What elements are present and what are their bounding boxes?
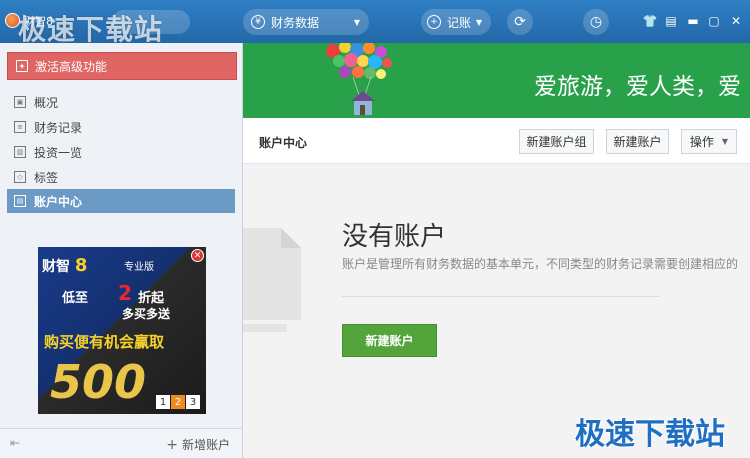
ad-version: 8 bbox=[74, 255, 88, 276]
yen-icon: ¥ bbox=[251, 15, 265, 29]
records-icon: ≡ bbox=[14, 121, 26, 133]
ad-amount: 500 bbox=[50, 355, 147, 409]
ad-edition: 专业版 bbox=[124, 262, 154, 273]
caret-down-icon: ▼ bbox=[353, 18, 360, 27]
clock-icon[interactable]: ◷ bbox=[583, 9, 609, 35]
close-icon[interactable]: ✕ bbox=[191, 249, 204, 262]
new-account-group-button[interactable]: 新建账户组 bbox=[519, 129, 594, 154]
record-dropdown[interactable]: + 记账 ▼ bbox=[421, 9, 491, 35]
ad-brand: 财智 8 bbox=[42, 255, 88, 276]
minimize-icon[interactable]: ▬ bbox=[685, 13, 701, 29]
sync-icon[interactable]: ⟳ bbox=[507, 9, 533, 35]
new-account-toolbar-button[interactable]: 新建账户 bbox=[606, 129, 669, 154]
ad-line1-a: 低至 bbox=[62, 291, 89, 306]
finance-data-label: 财务数据 bbox=[271, 15, 320, 30]
plus-icon: + bbox=[166, 436, 178, 453]
operate-dropdown[interactable]: 操作 ▼ bbox=[681, 129, 737, 154]
plus-icon: + bbox=[427, 15, 441, 29]
ad-line1-b: 折起 bbox=[138, 291, 165, 306]
add-account-label: 新增账户 bbox=[181, 438, 230, 452]
caret-down-icon: ▼ bbox=[475, 18, 482, 27]
sidebar-item-investment[interactable]: ▥ 投资一览 bbox=[7, 140, 235, 164]
balloons-house-image bbox=[326, 43, 392, 115]
premium-icon: ✦ bbox=[16, 60, 28, 72]
activate-premium-button[interactable]: ✦ 激活高级功能 bbox=[7, 52, 237, 80]
close-icon[interactable]: ✕ bbox=[728, 13, 744, 29]
sidebar-item-tags[interactable]: ◇ 标签 bbox=[7, 165, 235, 189]
maximize-icon[interactable]: ▢ bbox=[706, 13, 722, 29]
investment-icon: ▥ bbox=[14, 146, 26, 158]
divider bbox=[342, 296, 660, 297]
sidebar-item-label: 投资一览 bbox=[34, 145, 83, 160]
message-icon[interactable]: ▤ bbox=[663, 13, 679, 29]
sidebar-item-overview[interactable]: ▣ 概况 bbox=[7, 90, 235, 114]
watermark-top: 极速下载站 bbox=[18, 13, 164, 46]
content-toolbar: 账户中心 新建账户组 新建账户 操作 ▼ bbox=[243, 118, 750, 164]
sidebar-item-records[interactable]: ≡ 财务记录 bbox=[7, 115, 235, 139]
sidebar-item-label: 财务记录 bbox=[34, 120, 83, 135]
ad-pager: 1 2 3 bbox=[156, 395, 200, 409]
ad-page-1[interactable]: 1 bbox=[156, 395, 170, 409]
sidebar-item-label: 概况 bbox=[34, 95, 59, 110]
empty-state-description: 账户是管理所有财务数据的基本单元，不同类型的财务记录需要创建相应的 bbox=[342, 257, 739, 271]
empty-state-title: 没有账户 bbox=[342, 222, 447, 252]
shirt-icon[interactable]: 👕 bbox=[642, 13, 658, 29]
caret-down-icon: ▼ bbox=[721, 137, 729, 146]
record-label: 记账 bbox=[447, 15, 472, 30]
sidebar-item-label: 标签 bbox=[34, 170, 59, 185]
banner-slogan: 爱旅游，爱人类，爱 bbox=[534, 74, 741, 100]
sidebar-item-account-center[interactable]: ▤ 账户中心 bbox=[7, 189, 235, 213]
ad-line3: 购买便有机会赢取 bbox=[44, 333, 165, 351]
activate-label: 激活高级功能 bbox=[35, 59, 108, 74]
new-account-button[interactable]: 新建账户 bbox=[342, 324, 437, 357]
account-icon: ▤ bbox=[14, 195, 26, 207]
ad-discount-number: 2 bbox=[118, 281, 132, 305]
collapse-sidebar-icon[interactable]: ⇤ bbox=[10, 436, 20, 450]
ad-line2: 多买多送 bbox=[122, 307, 171, 321]
add-account-button[interactable]: + 新增账户 bbox=[166, 436, 230, 453]
ad-page-2[interactable]: 2 bbox=[171, 395, 185, 409]
document-placeholder-icon bbox=[243, 228, 301, 332]
promo-header-banner[interactable]: 爱旅游，爱人类，爱 bbox=[243, 43, 750, 118]
sidebar: ✦ 激活高级功能 ▣ 概况 ≡ 财务记录 ▥ 投资一览 ◇ 标签 ▤ 账户中心 … bbox=[0, 43, 243, 458]
ad-page-3[interactable]: 3 bbox=[186, 395, 200, 409]
overview-icon: ▣ bbox=[14, 96, 26, 108]
watermark-bottom: 极速下载站 bbox=[575, 417, 725, 452]
sidebar-footer: ⇤ + 新增账户 bbox=[0, 428, 242, 458]
page-title: 账户中心 bbox=[259, 136, 308, 150]
promo-banner[interactable]: ✕ 财智 8 专业版 低至 2 折起 多买多送 购买便有机会赢取 500 1 2… bbox=[38, 247, 206, 414]
finance-data-dropdown[interactable]: ¥ 财务数据 ▼ bbox=[243, 9, 369, 35]
sidebar-item-label: 账户中心 bbox=[34, 194, 83, 209]
tag-icon: ◇ bbox=[14, 171, 26, 183]
